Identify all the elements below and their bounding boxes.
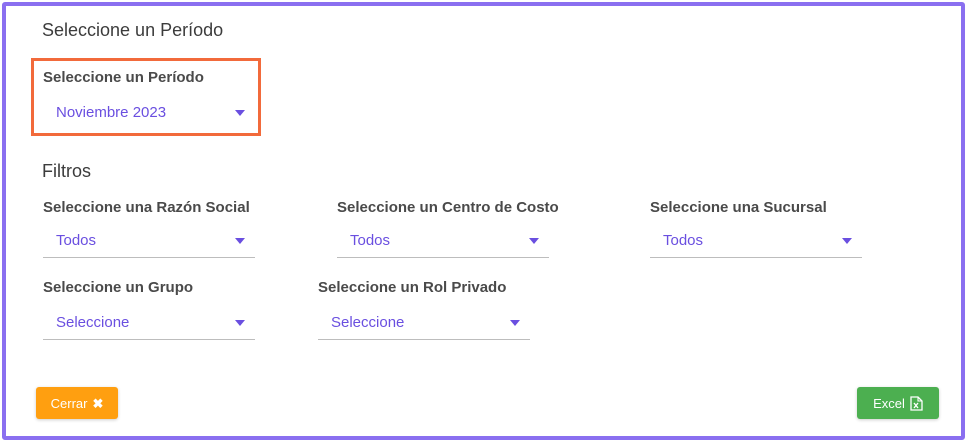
caret-down-icon	[510, 320, 520, 326]
excel-button-label: Excel	[873, 395, 905, 411]
close-button[interactable]: Cerrar ✖	[36, 387, 118, 419]
grupo-value: Seleccione	[56, 314, 130, 331]
caret-down-icon	[235, 238, 245, 244]
close-icon: ✖	[92, 395, 104, 411]
centro-costo-label: Seleccione un Centro de Costo	[337, 199, 559, 216]
caret-down-icon	[529, 238, 539, 244]
caret-down-icon	[235, 110, 245, 116]
rol-privado-value: Seleccione	[331, 314, 405, 331]
centro-costo-select[interactable]: Todos	[337, 228, 549, 258]
excel-button[interactable]: Excel	[857, 387, 939, 419]
razon-social-value: Todos	[56, 232, 97, 249]
centro-costo-value: Todos	[350, 232, 391, 249]
sucursal-label: Seleccione una Sucursal	[650, 199, 827, 216]
filters-section-title: Filtros	[42, 161, 91, 181]
razon-social-label: Seleccione una Razón Social	[43, 199, 250, 216]
period-select[interactable]: Noviembre 2023	[43, 100, 255, 130]
period-select-value: Noviembre 2023	[56, 104, 167, 121]
sucursal-select[interactable]: Todos	[650, 228, 862, 258]
grupo-label: Seleccione un Grupo	[43, 279, 194, 296]
period-field-label: Seleccione un Período	[43, 69, 204, 86]
period-section-title: Seleccione un Período	[42, 20, 224, 40]
sucursal-value: Todos	[663, 232, 704, 249]
excel-file-icon	[910, 395, 923, 411]
close-button-label: Cerrar	[50, 395, 88, 411]
caret-down-icon	[235, 320, 245, 326]
caret-down-icon	[842, 238, 852, 244]
rol-privado-label: Seleccione un Rol Privado	[318, 279, 507, 296]
razon-social-select[interactable]: Todos	[43, 228, 255, 258]
rol-privado-select[interactable]: Seleccione	[318, 310, 530, 340]
grupo-select[interactable]: Seleccione	[43, 310, 255, 340]
